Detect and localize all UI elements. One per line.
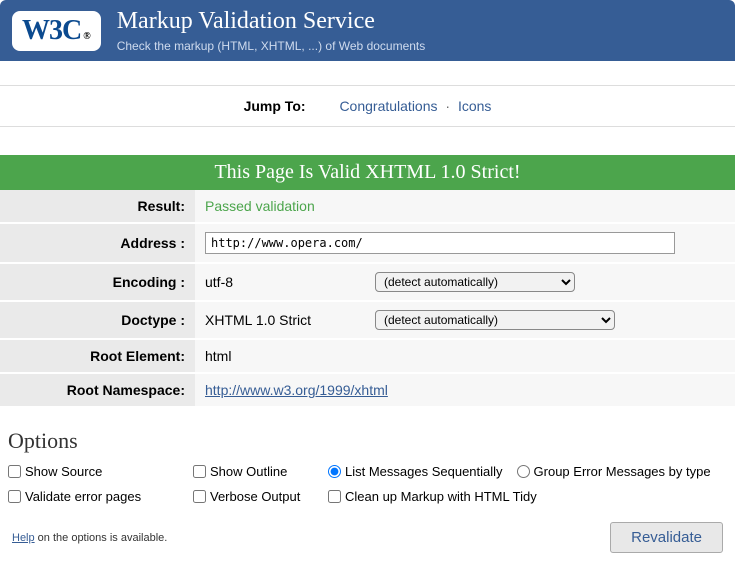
checkbox-show-source[interactable] [8, 465, 21, 478]
jump-label: Jump To: [244, 98, 306, 114]
opt-clean-up[interactable]: Clean up Markup with HTML Tidy [328, 489, 727, 504]
doctype-label: Doctype : [0, 301, 195, 339]
label-group-errors: Group Error Messages by type [534, 464, 711, 479]
w3c-logo: W3C ® [12, 11, 101, 51]
jump-link-icons[interactable]: Icons [458, 98, 491, 114]
options-section: Options Show Source Show Outline List Me… [0, 428, 735, 565]
opt-group-errors[interactable]: Group Error Messages by type [517, 464, 711, 479]
label-show-source: Show Source [25, 464, 102, 479]
jump-to-nav: Jump To: Congratulations · Icons [0, 85, 735, 127]
jump-link-congratulations[interactable]: Congratulations [339, 98, 437, 114]
checkbox-validate-error-pages[interactable] [8, 490, 21, 503]
encoding-value: utf-8 [205, 274, 375, 290]
encoding-select[interactable]: (detect automatically) [375, 272, 575, 292]
opt-validate-error-pages[interactable]: Validate error pages [8, 489, 193, 504]
radio-list-sequential[interactable] [328, 465, 341, 478]
page-subtitle: Check the markup (HTML, XHTML, ...) of W… [117, 39, 426, 53]
options-title: Options [8, 428, 727, 454]
result-value: Passed validation [195, 190, 735, 223]
validation-banner: This Page Is Valid XHTML 1.0 Strict! [0, 155, 735, 190]
address-input[interactable] [205, 232, 675, 254]
jump-separator: · [445, 98, 450, 114]
encoding-label: Encoding : [0, 263, 195, 301]
root-element-value: html [195, 339, 735, 373]
help-suffix: on the options is available. [35, 532, 168, 544]
address-label: Address : [0, 223, 195, 263]
label-show-outline: Show Outline [210, 464, 287, 479]
checkbox-verbose-output[interactable] [193, 490, 206, 503]
checkbox-clean-up[interactable] [328, 490, 341, 503]
opt-show-source[interactable]: Show Source [8, 464, 193, 479]
label-list-sequential: List Messages Sequentially [345, 464, 503, 479]
label-clean-up: Clean up Markup with HTML Tidy [345, 489, 537, 504]
opt-list-sequential[interactable]: List Messages Sequentially [328, 464, 503, 479]
label-verbose-output: Verbose Output [210, 489, 300, 504]
root-namespace-label: Root Namespace: [0, 373, 195, 407]
label-validate-error-pages: Validate error pages [25, 489, 141, 504]
help-link[interactable]: Help [12, 532, 35, 544]
opt-verbose-output[interactable]: Verbose Output [193, 489, 328, 504]
header-text: Markup Validation Service Check the mark… [117, 8, 426, 53]
radio-group-errors[interactable] [517, 465, 530, 478]
result-label: Result: [0, 190, 195, 223]
checkbox-show-outline[interactable] [193, 465, 206, 478]
opt-show-outline[interactable]: Show Outline [193, 464, 328, 479]
results-table: Result: Passed validation Address : Enco… [0, 190, 735, 408]
root-namespace-link[interactable]: http://www.w3.org/1999/xhtml [205, 382, 388, 398]
logo-trademark: ® [83, 31, 90, 42]
logo-text: W3C [22, 15, 81, 47]
root-element-label: Root Element: [0, 339, 195, 373]
page-title: Markup Validation Service [117, 8, 426, 35]
header: W3C ® Markup Validation Service Check th… [0, 0, 735, 61]
doctype-value: XHTML 1.0 Strict [205, 312, 375, 328]
help-text-row: Help on the options is available. [12, 532, 167, 544]
doctype-select[interactable]: (detect automatically) [375, 310, 615, 330]
revalidate-button[interactable]: Revalidate [610, 522, 723, 553]
